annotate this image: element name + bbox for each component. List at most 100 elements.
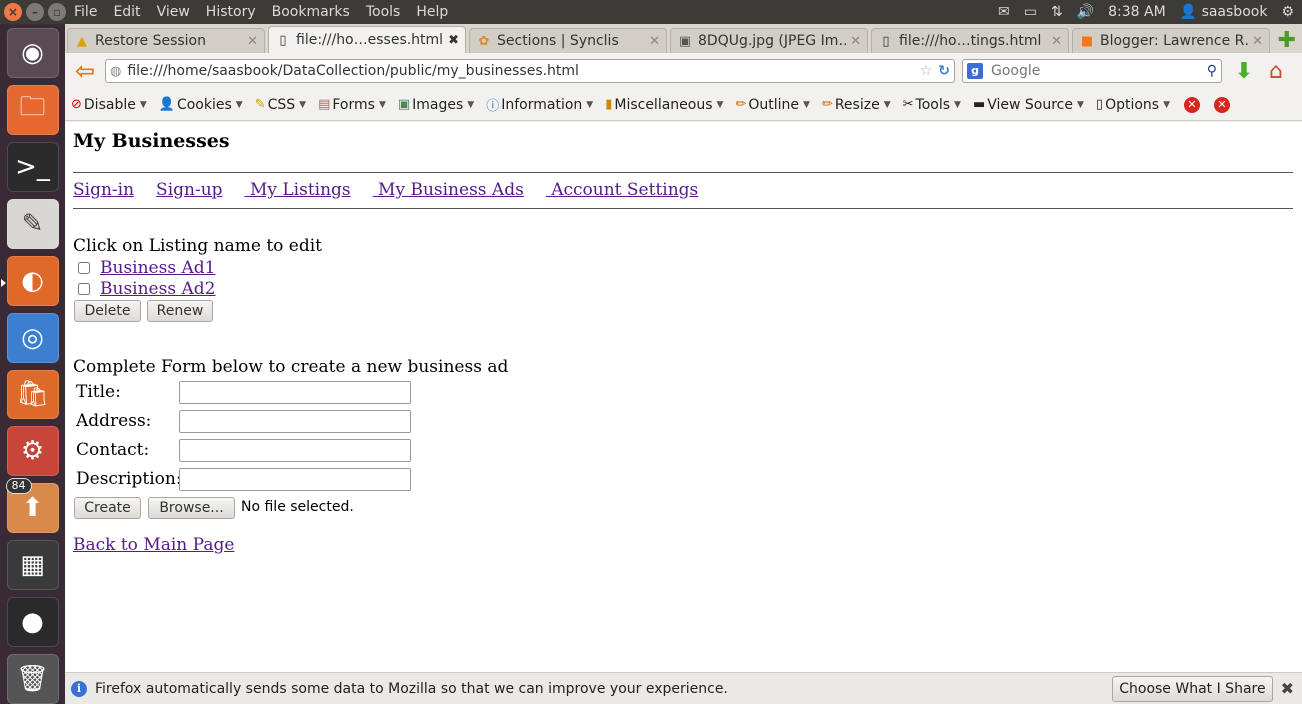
dev-options-menu[interactable]: ▯ Options ▼ <box>1096 97 1170 113</box>
dropdown-arrow-icon: ▼ <box>1163 99 1171 110</box>
files-icon[interactable]: 🗀 <box>6 84 59 135</box>
close-toolbar-icon[interactable]: ✕ <box>1214 96 1231 113</box>
dev-css-menu[interactable]: ✎ CSS ▼ <box>255 97 306 113</box>
back-to-main-link[interactable]: Back to Main Page <box>73 535 234 555</box>
description-field[interactable] <box>179 468 411 491</box>
terminal-icon[interactable]: >_ <box>6 141 59 192</box>
listing-link[interactable]: Business Ad1 <box>100 258 215 278</box>
window-minimize-button[interactable]: – <box>26 3 44 21</box>
navigation-bar: ⇦ ◍ file:///home/saasbook/DataCollection… <box>65 53 1302 89</box>
close-icon[interactable]: ✖ <box>448 33 459 48</box>
firefox-icon[interactable]: ◐ <box>0 255 59 306</box>
tab-account-settings[interactable]: ▯ file:///ho…tings.html ✕ <box>871 28 1069 53</box>
listing-link[interactable]: Business Ad2 <box>100 279 215 299</box>
menu-history[interactable]: History <box>198 4 264 20</box>
dev-item-label: Disable <box>83 96 136 113</box>
dev-tools-menu[interactable]: ✂ Tools ▼ <box>903 97 961 113</box>
user-menu[interactable]: 👤 saasbook <box>1180 4 1268 20</box>
close-icon[interactable]: ✖ <box>1281 679 1294 698</box>
site-nav: Sign-in Sign-up My Listings My Business A… <box>73 180 720 200</box>
blank-page-icon: ▯ <box>882 33 890 49</box>
tab-blogger[interactable]: ■ Blogger: Lawrence R… ✕ <box>1072 28 1270 53</box>
tab-restore-session[interactable]: ▲ Restore Session ✕ <box>67 28 265 53</box>
create-button[interactable]: Create <box>74 497 141 519</box>
search-icon[interactable]: ⚲ <box>1207 63 1217 79</box>
search-engine-icon[interactable]: g <box>967 63 983 79</box>
search-input[interactable]: Google <box>991 63 1207 79</box>
nav-account-settings-link[interactable]: Account Settings <box>546 180 698 200</box>
listing-checkbox[interactable] <box>78 283 90 295</box>
close-icon[interactable]: ✕ <box>1252 34 1263 49</box>
disc-icon[interactable]: ● <box>6 597 59 648</box>
dash-home-icon[interactable]: ◉ <box>6 28 59 78</box>
gear-icon[interactable]: ⚙ <box>1281 4 1294 20</box>
dev-view-source-menu[interactable]: ▬ View Source ▼ <box>973 97 1084 113</box>
dev-miscellaneous-menu[interactable]: ▮ Miscellaneous ▼ <box>605 97 723 113</box>
renew-button[interactable]: Renew <box>147 300 213 322</box>
system-menubar: × – ▫ File Edit View History Bookmarks T… <box>0 0 1302 24</box>
close-icon[interactable]: ✕ <box>1051 34 1062 49</box>
volume-icon[interactable]: 🔊 <box>1077 4 1094 20</box>
dev-images-menu[interactable]: ▣ Images ▼ <box>398 97 474 113</box>
reload-icon[interactable]: ↻ <box>938 63 950 79</box>
search-bar[interactable]: g Google ⚲ <box>962 59 1222 83</box>
contact-field[interactable] <box>179 439 411 462</box>
home-icon[interactable]: ⌂ <box>1262 59 1290 84</box>
listing-checkbox[interactable] <box>78 262 90 274</box>
bookmark-star-icon[interactable]: ☆ <box>920 63 933 79</box>
text-editor-icon[interactable]: ✎ <box>6 198 59 249</box>
clock[interactable]: 8:38 AM <box>1108 4 1166 20</box>
dev-resize-menu[interactable]: ✏ Resize ▼ <box>822 97 891 113</box>
download-icon[interactable]: ⬇ <box>1230 59 1258 84</box>
menu-file[interactable]: File <box>66 4 105 20</box>
close-icon[interactable]: ✕ <box>649 34 660 49</box>
title-field[interactable] <box>179 381 411 404</box>
user-name: saasbook <box>1201 4 1268 20</box>
software-center-icon[interactable]: 🛍 <box>6 369 59 420</box>
nav-my-listings-link[interactable]: My Listings <box>245 180 351 200</box>
miscellaneous-icon: ▮ <box>605 97 613 112</box>
battery-icon[interactable]: ▭ <box>1024 4 1037 20</box>
window-controls: × – ▫ <box>0 3 66 21</box>
window-close-button[interactable]: × <box>4 3 22 21</box>
globe-icon: ◍ <box>110 63 122 79</box>
tab-synclis[interactable]: ✿ Sections | Synclis ✕ <box>469 28 667 53</box>
delete-button[interactable]: Delete <box>74 300 141 322</box>
nav-my-business-ads-link[interactable]: My Business Ads <box>373 180 524 200</box>
close-icon[interactable]: ✕ <box>850 34 861 49</box>
url-bar[interactable]: ◍ file:///home/saasbook/DataCollection/p… <box>105 59 955 83</box>
system-tray: ✉ ▭ ⇅ 🔊 8:38 AM 👤 saasbook ⚙ <box>998 4 1302 20</box>
nav-sign-in-link[interactable]: Sign-in <box>73 180 134 200</box>
choose-what-i-share-button[interactable]: Choose What I Share <box>1112 675 1273 702</box>
update-manager-icon[interactable]: ⬆ 84 <box>5 478 59 534</box>
menu-edit[interactable]: Edit <box>105 4 148 20</box>
nav-sign-up-link[interactable]: Sign-up <box>156 180 223 200</box>
browse-button[interactable]: Browse... <box>148 497 235 519</box>
dropdown-arrow-icon: ▼ <box>954 99 961 110</box>
dev-cookies-menu[interactable]: 👤 Cookies ▼ <box>159 97 243 113</box>
window-maximize-button[interactable]: ▫ <box>48 3 66 21</box>
dev-information-menu[interactable]: ⓘ Information ▼ <box>486 95 593 115</box>
dev-forms-menu[interactable]: ▤ Forms ▼ <box>318 97 386 113</box>
chromium-icon[interactable]: ◎ <box>6 312 59 363</box>
menu-tools[interactable]: Tools <box>358 4 409 20</box>
close-toolbar-icon[interactable]: ✕ <box>1184 96 1201 113</box>
tab-bar: ▲ Restore Session ✕ ▯ file:///ho…esses.h… <box>65 24 1302 53</box>
css-icon: ✎ <box>254 97 266 112</box>
address-field[interactable] <box>179 410 411 433</box>
network-icon[interactable]: ⇅ <box>1051 4 1063 20</box>
tab-jpeg-image[interactable]: ▣ 8DQUg.jpg (JPEG Im… ✕ <box>670 28 868 53</box>
tab-my-businesses[interactable]: ▯ file:///ho…esses.html ✖ <box>268 26 466 53</box>
new-tab-button[interactable]: ✚ <box>1278 29 1296 53</box>
menu-view[interactable]: View <box>149 4 198 20</box>
menu-help[interactable]: Help <box>408 4 456 20</box>
close-icon[interactable]: ✕ <box>247 34 258 49</box>
trash-icon[interactable]: 🗑 <box>6 654 59 704</box>
menu-bookmarks[interactable]: Bookmarks <box>264 4 358 20</box>
dev-outline-menu[interactable]: ✏ Outline ▼ <box>735 97 809 113</box>
workspace-switcher-icon[interactable]: ▦ <box>6 540 59 591</box>
back-button[interactable]: ⇦ <box>65 57 105 85</box>
system-settings-icon[interactable]: ⚙ <box>6 426 59 477</box>
mail-icon[interactable]: ✉ <box>998 4 1010 20</box>
dev-disable-menu[interactable]: ⊘ Disable ▼ <box>71 97 147 113</box>
